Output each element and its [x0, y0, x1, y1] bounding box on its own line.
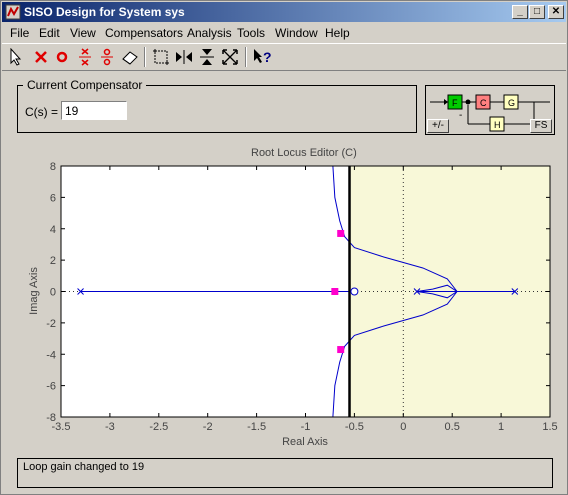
menu-tools[interactable]: Tools	[237, 26, 265, 40]
diagram-block-c-label: C	[480, 98, 487, 108]
menu-analysis[interactable]: Analysis	[187, 26, 232, 40]
siso-design-window: SISO Design for System sys _ □ ✕ File Ed…	[0, 0, 568, 495]
add-complex-zeros-icon[interactable]	[96, 46, 118, 68]
closed-loop-pole-0[interactable]	[337, 229, 345, 237]
x-tick-label: 1	[498, 421, 504, 433]
menu-edit[interactable]: Edit	[39, 26, 60, 40]
pointer-arrow-icon[interactable]	[5, 46, 27, 68]
zoom-y-icon[interactable]	[196, 46, 218, 68]
x-axis-label: Real Axis	[282, 436, 328, 448]
root-locus-plot[interactable]: -3.5 -3 -2.5 -2 -1.5 -1 -0.5 0 0.5 1 1.5-8-6-4-202…	[1, 141, 568, 453]
zoom-xy-icon[interactable]	[150, 46, 172, 68]
maximize-button[interactable]: □	[529, 5, 545, 19]
add-real-pole-icon[interactable]	[30, 46, 52, 68]
y-tick-label: 0	[50, 287, 56, 299]
x-tick-label: 0.5	[445, 421, 460, 433]
status-message: Loop gain changed to 19	[23, 461, 145, 473]
svg-text:?: ?	[263, 49, 272, 65]
x-tick-label: -2	[203, 421, 213, 433]
y-tick-label: 4	[50, 224, 56, 236]
add-real-zero-icon[interactable]	[51, 46, 73, 68]
y-tick-label: -2	[46, 318, 56, 330]
y-tick-label: -8	[46, 412, 56, 424]
title-bar[interactable]: SISO Design for System sys _ □ ✕	[2, 2, 566, 22]
closed-loop-pole-1[interactable]	[337, 346, 345, 354]
y-tick-label: 6	[50, 192, 56, 204]
x-tick-label: -1.5	[247, 421, 266, 433]
close-button[interactable]: ✕	[548, 5, 564, 19]
diagram-block-f-label: F	[452, 98, 458, 108]
open-loop-zero-0[interactable]	[350, 287, 359, 296]
closed-loop-pole-2[interactable]	[331, 288, 339, 295]
zoom-x-icon[interactable]	[173, 46, 195, 68]
diagram-sign: -	[459, 110, 462, 121]
menu-help[interactable]: Help	[325, 26, 350, 40]
menu-compensators[interactable]: Compensators	[105, 26, 183, 40]
eraser-icon[interactable]	[119, 46, 141, 68]
y-tick-label: -6	[46, 381, 56, 393]
menu-file[interactable]: File	[10, 26, 29, 40]
matlab-icon	[5, 4, 21, 20]
menu-bar: File Edit View Compensators Analysis Too…	[2, 23, 566, 42]
minimize-button[interactable]: _	[512, 5, 528, 19]
current-compensator-label: Current Compensator	[23, 78, 147, 92]
cs-label: C(s) =	[25, 105, 58, 119]
y-tick-label: -4	[46, 349, 56, 361]
toolbar-separator	[144, 47, 146, 67]
x-tick-label: -3	[105, 421, 115, 433]
menu-window[interactable]: Window	[275, 26, 318, 40]
menu-view[interactable]: View	[70, 26, 96, 40]
y-tick-label: 2	[50, 255, 56, 267]
x-tick-label: 0	[400, 421, 406, 433]
x-tick-label: -0.5	[345, 421, 364, 433]
toolbar: ?	[2, 43, 566, 71]
y-tick-label: 8	[50, 161, 56, 173]
x-tick-label: 1.5	[542, 421, 557, 433]
diagram-block-g-label: G	[508, 98, 515, 108]
toolbar-separator	[245, 47, 247, 67]
fit-axes-icon[interactable]	[219, 46, 241, 68]
fs-button[interactable]: FS	[530, 119, 552, 133]
compensator-gain-input[interactable]	[61, 101, 127, 120]
y-axis-label: Imag Axis	[28, 267, 40, 315]
context-help-icon[interactable]: ?	[251, 46, 273, 68]
x-tick-label: -1	[301, 421, 311, 433]
window-title: SISO Design for System sys	[24, 5, 185, 19]
add-complex-poles-icon[interactable]	[74, 46, 96, 68]
x-tick-label: -2.5	[149, 421, 168, 433]
diagram-block-h-label: H	[494, 120, 501, 130]
sign-toggle-button[interactable]: +/-	[427, 119, 449, 133]
